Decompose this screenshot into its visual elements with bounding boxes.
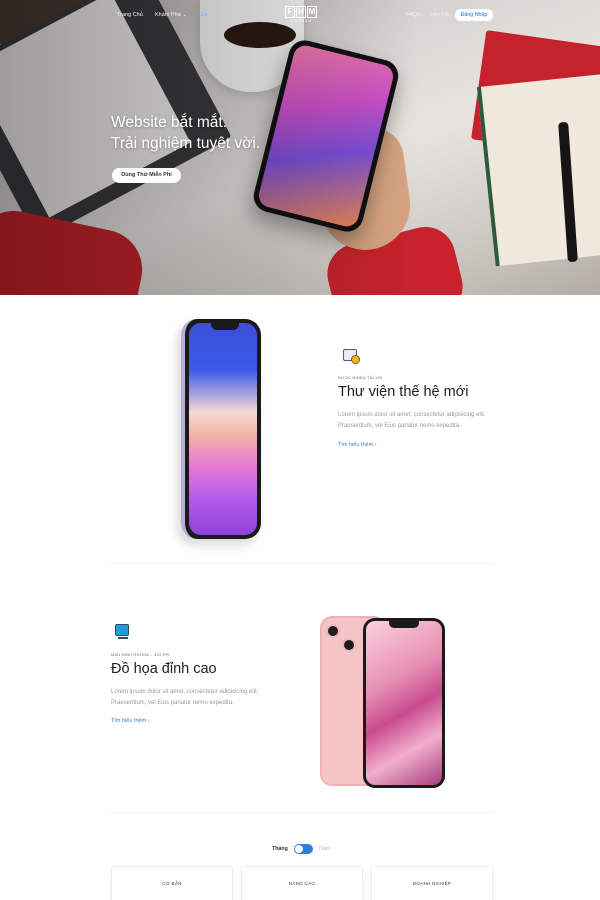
nav-home-link[interactable]: Trang Chủ: [117, 12, 143, 18]
logo-letter-m: M: [307, 6, 317, 18]
nav-pricing-link[interactable]: Giá: [199, 12, 208, 18]
top-nav: Trang Chủ Khám Phá ⌄ Giá F H M VIETNAM F…: [0, 6, 600, 26]
plan-card-advanced[interactable]: NÂNG CAO: [241, 866, 363, 900]
plan-card-basic[interactable]: CƠ BẢN: [111, 866, 233, 900]
nav-explore-dropdown[interactable]: Khám Phá ⌄: [155, 12, 187, 18]
iphone-13-image: [320, 616, 445, 788]
feature-description: Lorem ipsum dolor sit amet, consectetur …: [111, 689, 259, 706]
iphone-11-image: [181, 319, 261, 539]
login-button[interactable]: Đăng Nhập: [455, 9, 493, 21]
logo-subtitle: VIETNAM: [289, 19, 313, 23]
learn-more-link[interactable]: Tìm hiểu thêm ›: [338, 442, 377, 448]
toggle-label-month: Tháng: [272, 846, 288, 852]
learn-more-link[interactable]: Tìm hiểu thêm ›: [111, 718, 150, 724]
logo-letter-h: H: [296, 6, 306, 18]
toggle-label-year: Năm: [319, 846, 331, 852]
billing-toggle[interactable]: [294, 844, 313, 854]
hero-title-line1: Website bắt mắt.: [111, 114, 228, 131]
monitor-icon: [115, 624, 129, 639]
logo[interactable]: F H M VIETNAM: [283, 6, 319, 28]
section-divider: [111, 563, 493, 564]
hero-title: Website bắt mắt. Trải nghiệm tuyệt vời.: [111, 112, 260, 154]
nav-faqs-link[interactable]: FAQs: [406, 12, 420, 18]
plan-name: CƠ BẢN: [162, 881, 182, 886]
feature-kicker: được nhiều tải xin: [338, 376, 383, 380]
plan-name: NÂNG CAO: [288, 881, 316, 886]
feature-description: Lorem ipsum dolor sit amet, consectetur …: [338, 412, 486, 429]
free-trial-button[interactable]: Dùng Thử Miễn Phí: [112, 168, 181, 183]
hero-section: Trang Chủ Khám Phá ⌄ Giá F H M VIETNAM F…: [0, 0, 600, 295]
plan-card-enterprise[interactable]: DOANH NGHIỆP: [371, 866, 493, 900]
hero-title-line2: Trải nghiệm tuyệt vời.: [111, 135, 261, 152]
hero-overlay: [0, 0, 600, 295]
library-icon: [343, 349, 360, 364]
feature-title: Thư viện thế hệ mới: [338, 384, 469, 400]
section-divider: [111, 812, 493, 813]
toggle-knob: [295, 845, 303, 853]
nav-contact-link[interactable]: Liên Hệ: [430, 12, 449, 18]
feature-title: Đồ họa đỉnh cao: [111, 661, 217, 677]
feature-kicker: màn hình retina – 331 ppi: [111, 653, 170, 657]
logo-letter-f: F: [285, 6, 295, 18]
plan-name: DOANH NGHIỆP: [412, 881, 452, 886]
